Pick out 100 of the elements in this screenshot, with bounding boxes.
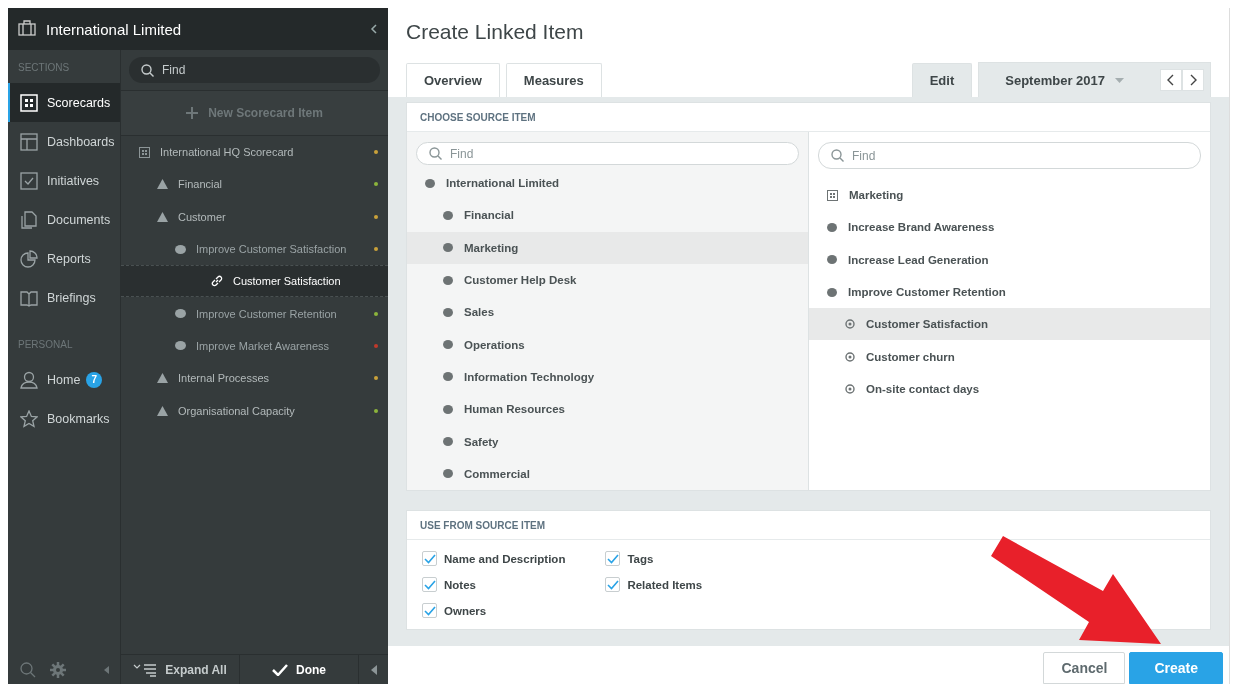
list-item[interactable]: Operations: [407, 328, 808, 361]
list-item[interactable]: Commercial: [407, 457, 808, 490]
circle-icon: [443, 210, 453, 220]
circle-icon: [443, 275, 453, 285]
triangle-icon: [157, 179, 168, 190]
book-icon: [20, 288, 38, 307]
nav-item[interactable]: Bookmarks: [8, 399, 120, 438]
triangle-icon: [157, 211, 168, 222]
nav-item[interactable]: Scorecards: [8, 83, 120, 122]
circle-icon: [425, 178, 435, 188]
tree-item[interactable]: Improve Customer Retention: [121, 297, 388, 330]
caret-icon: [1115, 77, 1124, 83]
circle-icon: [443, 340, 453, 350]
checkbox[interactable]: [605, 577, 621, 592]
checkbox-option[interactable]: Owners: [422, 602, 566, 619]
section-label: PERSONAL: [17, 338, 74, 352]
nav-item[interactable]: Dashboards: [8, 122, 120, 161]
nav-item[interactable]: Briefings: [8, 278, 120, 317]
list-item[interactable]: Improve Customer Retention: [809, 275, 1210, 309]
star-icon: [20, 409, 38, 428]
tree-item[interactable]: Improve Market Awareness: [121, 329, 388, 363]
search-icon: [831, 149, 844, 162]
list-item[interactable]: Financial: [407, 199, 808, 232]
nav-item[interactable]: Reports: [8, 239, 120, 278]
search-field[interactable]: Find: [129, 57, 380, 83]
list-item[interactable]: Customer Satisfaction: [809, 308, 1210, 341]
check-icon: [272, 663, 288, 676]
circle-icon: [827, 255, 837, 265]
list-item[interactable]: Marketing: [407, 231, 808, 264]
edit-tab[interactable]: Edit: [911, 63, 973, 97]
checkbox[interactable]: [422, 603, 437, 618]
cancel-button[interactable]: Cancel: [1043, 652, 1126, 684]
search-field[interactable]: Find: [416, 142, 799, 166]
nav-item[interactable]: Initiatives: [8, 161, 120, 200]
circle-icon: [827, 287, 837, 297]
checkbox-option[interactable]: Related Items: [605, 576, 703, 593]
list-item[interactable]: Safety: [407, 425, 808, 458]
tree-item[interactable]: Improve Customer Satisfaction: [121, 232, 388, 266]
nav-item[interactable]: Documents: [8, 200, 120, 239]
checkbox[interactable]: [605, 551, 621, 566]
checkbox-option[interactable]: Tags: [605, 550, 703, 567]
list-item[interactable]: Marketing: [809, 179, 1210, 212]
checkbox-option[interactable]: Name and Description: [422, 550, 566, 567]
circle-icon: [443, 404, 453, 414]
circle-icon: [175, 341, 186, 351]
section-heading: USE FROM SOURCE ITEM: [407, 511, 1210, 540]
search-input[interactable]: Find: [162, 63, 368, 77]
pie-chart-icon: [20, 249, 38, 268]
tree-item[interactable]: Customer: [121, 200, 388, 233]
page-title: Create Linked Item: [405, 19, 585, 45]
checkbox-icon: [20, 171, 38, 190]
expand-all-button[interactable]: Expand All: [121, 655, 240, 684]
tree-item[interactable]: International HQ Scorecard: [121, 136, 388, 169]
target-icon: [845, 383, 855, 394]
scorecard-icon: [139, 146, 150, 158]
scorecard-icon: [827, 189, 838, 201]
tab[interactable]: Measures: [505, 63, 602, 97]
circle-icon: [827, 222, 837, 232]
link-icon: [211, 275, 223, 288]
checkbox-option[interactable]: Notes: [422, 576, 566, 593]
search-icon: [429, 147, 442, 160]
tree-item[interactable]: Customer Satisfaction: [121, 265, 388, 298]
target-icon: [845, 319, 855, 330]
tree-item[interactable]: Organisational Capacity: [121, 394, 388, 427]
list-item[interactable]: International Limited: [407, 167, 808, 200]
search-input[interactable]: Find: [852, 148, 1188, 163]
briefcase-icon: [18, 19, 36, 36]
list-item[interactable]: Customer Help Desk: [407, 263, 808, 297]
dashboard-icon: [20, 132, 38, 151]
checkbox[interactable]: [422, 577, 437, 592]
circle-icon: [443, 372, 453, 382]
triangle-icon: [157, 373, 168, 384]
done-button[interactable]: Done: [240, 655, 359, 684]
circle-icon: [175, 244, 186, 254]
search-field[interactable]: Find: [818, 142, 1201, 169]
triangle-icon: [157, 405, 168, 416]
circle-icon: [443, 307, 453, 317]
circle-icon: [443, 243, 453, 253]
collapse-icon[interactable]: [370, 24, 378, 34]
tree-item[interactable]: Financial: [121, 168, 388, 201]
list-item[interactable]: Human Resources: [407, 393, 808, 426]
search-icon[interactable]: [20, 662, 36, 678]
list-item[interactable]: Increase Brand Awareness: [809, 211, 1210, 244]
circle-icon: [443, 469, 453, 479]
list-item[interactable]: Information Technology: [407, 360, 808, 394]
collapse-icon[interactable]: [370, 664, 377, 675]
list-item[interactable]: Sales: [407, 296, 808, 329]
list-item[interactable]: Increase Lead Generation: [809, 243, 1210, 276]
search-input[interactable]: Find: [450, 146, 786, 161]
settings-icon[interactable]: [50, 662, 66, 678]
next-icon[interactable]: [1182, 69, 1204, 91]
checkbox[interactable]: [422, 551, 437, 566]
circle-icon: [443, 437, 453, 447]
count-badge: 7: [86, 371, 103, 388]
tab[interactable]: Overview: [406, 63, 500, 97]
nav-item[interactable]: Home 7: [8, 360, 120, 399]
list-item[interactable]: Customer churn: [809, 340, 1210, 373]
previous-icon[interactable]: [1160, 69, 1182, 91]
list-item[interactable]: On-site contact days: [809, 372, 1210, 406]
tree-item[interactable]: Internal Processes: [121, 362, 388, 395]
